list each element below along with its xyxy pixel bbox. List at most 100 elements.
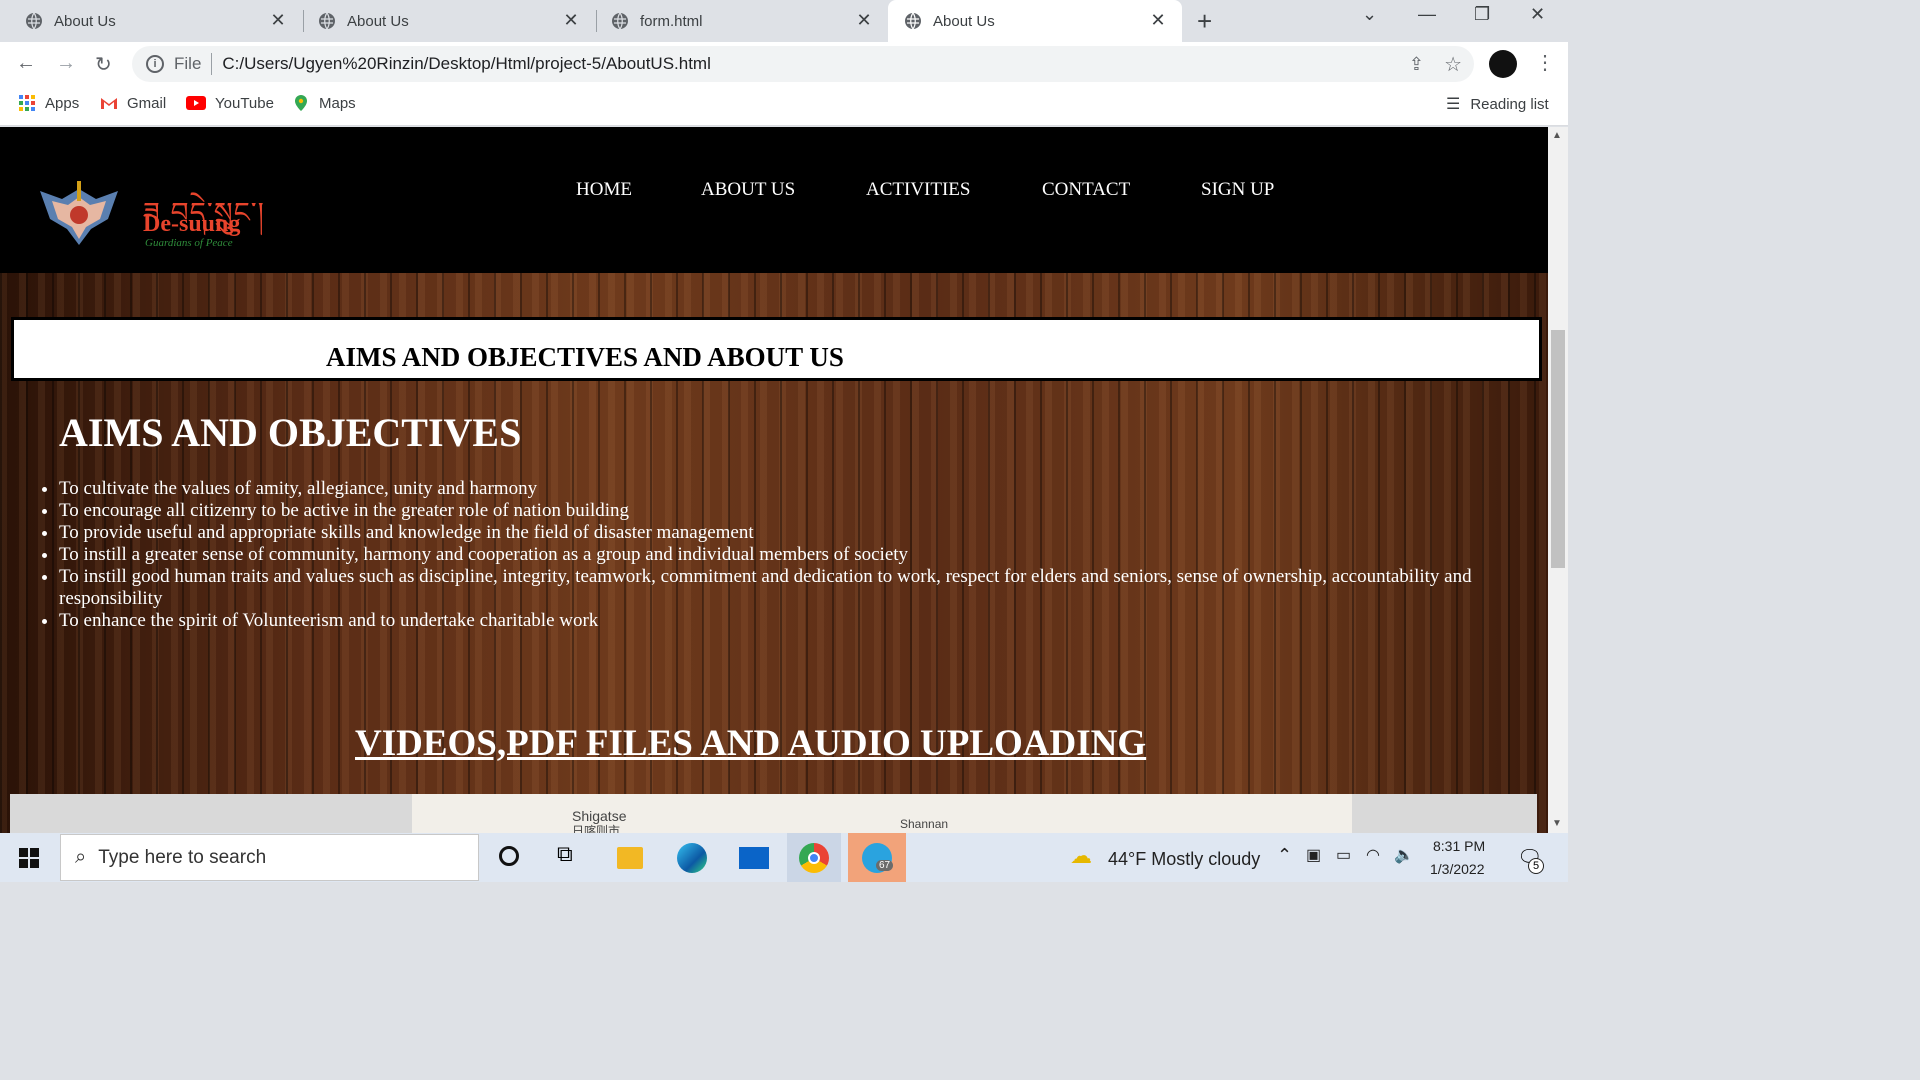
tab-4-active[interactable]: About Us ✕ [888, 0, 1182, 42]
gmail-icon [101, 98, 117, 109]
forward-icon[interactable]: → [56, 52, 76, 75]
star-icon[interactable]: ☆ [1444, 52, 1462, 77]
apps-grid-icon [19, 95, 35, 111]
bookmark-label: Gmail [127, 94, 167, 112]
back-icon[interactable]: ← [16, 52, 36, 75]
tab-title: form.html [640, 12, 703, 30]
bookmark-maps[interactable]: Maps [292, 94, 356, 112]
edge-icon[interactable] [677, 843, 707, 873]
minimize-button[interactable]: — [1418, 4, 1436, 25]
maps-pin-icon [295, 95, 307, 111]
embedded-map[interactable]: Shigatse 日喀则市 Shannan [412, 794, 1352, 833]
uploads-heading: VIDEOS,PDF FILES AND AUDIO UPLOADING [355, 723, 1147, 764]
info-icon[interactable]: i [146, 55, 164, 73]
reading-list-button[interactable]: ☰ Reading list [1446, 94, 1549, 114]
share-icon[interactable]: ⇪ [1409, 54, 1424, 75]
list-item: To instill good human traits and values … [59, 566, 1529, 610]
nav-home[interactable]: HOME [576, 179, 632, 201]
notification-count: 5 [1528, 858, 1544, 874]
section-title: AIMS AND OBJECTIVES [59, 410, 522, 455]
bookmark-youtube[interactable]: YouTube [186, 94, 274, 112]
list-item: To provide useful and appropriate skills… [59, 522, 1529, 544]
scrollbar-thumb[interactable] [1551, 330, 1565, 568]
scroll-down-icon[interactable]: ▼ [1552, 818, 1562, 829]
close-tab-icon[interactable]: ✕ [854, 10, 874, 31]
logo-name: De-suung [143, 211, 241, 237]
tab-title: About Us [54, 12, 116, 30]
banner-box: AIMS AND OBJECTIVES AND ABOUT US [11, 317, 1542, 381]
weather-text[interactable]: 44°F Mostly cloudy [1108, 849, 1260, 870]
address-bar[interactable]: i File C:/Users/Ugyen%20Rinzin/Desktop/H… [132, 46, 1474, 82]
banner-title: AIMS AND OBJECTIVES AND ABOUT US [326, 342, 844, 372]
close-window-button[interactable]: ✕ [1530, 4, 1545, 25]
weather-icon[interactable]: ☁ [1070, 843, 1092, 869]
search-placeholder: Type here to search [98, 846, 267, 868]
tab-title: About Us [347, 12, 409, 30]
mail-icon[interactable] [739, 847, 769, 869]
bookmark-label: Apps [45, 94, 80, 112]
clock-time[interactable]: 8:31 PM [1433, 838, 1485, 854]
page-viewport: ཟ བདེ་སྲུང་། De-suung Guardians of Peace… [0, 127, 1548, 833]
globe-icon [612, 12, 628, 30]
nav-about-us[interactable]: ABOUT US [701, 179, 795, 201]
wifi-icon[interactable]: ◠ [1366, 845, 1380, 865]
search-icon: ⌕ [75, 846, 87, 868]
bookmarks-bar: Apps Gmail YouTube Maps ☰ Reading list [0, 86, 1568, 126]
site-header: ཟ བདེ་སྲུང་། De-suung Guardians of Peace… [0, 127, 1548, 273]
bookmark-label: YouTube [215, 94, 274, 112]
tab-search-icon[interactable]: ⌄ [1362, 4, 1377, 25]
globe-icon [905, 12, 921, 30]
bookmark-apps[interactable]: Apps [18, 94, 79, 112]
youtube-icon [186, 96, 206, 110]
scroll-up-icon[interactable]: ▲ [1552, 130, 1562, 141]
menu-icon[interactable]: ⋮ [1535, 50, 1555, 75]
close-tab-icon[interactable]: ✕ [561, 10, 581, 31]
map-label: Shannan [900, 817, 949, 831]
nav-activities[interactable]: ACTIVITIES [866, 179, 970, 201]
nav-sign-up[interactable]: SIGN UP [1201, 179, 1274, 201]
close-tab-icon[interactable]: ✕ [268, 10, 288, 31]
tab-strip: About Us ✕ About Us ✕ form.html ✕ About … [0, 0, 1568, 42]
url-text[interactable]: C:/Users/Ugyen%20Rinzin/Desktop/Html/pro… [222, 54, 710, 74]
bookmark-gmail[interactable]: Gmail [100, 94, 166, 112]
divider [211, 53, 213, 75]
list-item: To enhance the spirit of Volunteerism an… [59, 610, 1529, 632]
file-explorer-icon[interactable] [617, 847, 643, 869]
chrome-icon [799, 843, 829, 873]
new-tab-button[interactable]: + [1197, 6, 1212, 37]
reading-list-label: Reading list [1470, 95, 1549, 113]
meet-now-icon[interactable]: ▣ [1306, 845, 1321, 865]
windows-taskbar: ⌕ Type here to search ⧉ 67 ☁ 44°F Mostly… [0, 833, 1568, 882]
windows-start-icon[interactable] [19, 848, 39, 868]
globe-icon [26, 12, 42, 30]
telegram-badge: 67 [876, 860, 894, 871]
list-item: To encourage all citizenry to be active … [59, 500, 1529, 522]
bookmark-label: Maps [319, 94, 356, 112]
task-view-icon[interactable]: ⧉ [557, 841, 573, 867]
tab-3[interactable]: form.html ✕ [586, 0, 888, 42]
tab-2[interactable]: About Us ✕ [293, 0, 595, 42]
taskbar-search[interactable]: ⌕ Type here to search [60, 834, 479, 881]
objectives-list: To cultivate the values of amity, allegi… [59, 478, 1529, 632]
telegram-taskbar-button[interactable]: 67 [848, 833, 906, 882]
battery-icon[interactable]: ▭ [1336, 845, 1351, 865]
chrome-taskbar-button[interactable] [787, 833, 841, 882]
list-item: To cultivate the values of amity, allegi… [59, 478, 1529, 500]
map-label: 日喀则市 [572, 824, 621, 833]
logo-tagline: Guardians of Peace [145, 237, 233, 249]
restore-button[interactable]: ❐ [1474, 4, 1490, 25]
volume-icon[interactable]: 🔈 [1394, 845, 1414, 865]
clock-date[interactable]: 1/3/2022 [1430, 861, 1485, 877]
avatar[interactable] [1489, 50, 1517, 78]
chevron-up-icon[interactable]: ⌃ [1277, 845, 1292, 866]
nav-contact[interactable]: CONTACT [1042, 179, 1130, 201]
reload-icon[interactable]: ↻ [95, 52, 112, 77]
scheme-label: File [174, 54, 202, 73]
tab-title: About Us [933, 12, 995, 30]
cortana-icon[interactable] [499, 846, 519, 866]
tab-1[interactable]: About Us ✕ [0, 0, 302, 42]
list-item: To instill a greater sense of community,… [59, 544, 1529, 566]
close-tab-icon[interactable]: ✕ [1148, 10, 1168, 31]
desuung-emblem-icon [40, 181, 118, 245]
reading-list-icon: ☰ [1446, 96, 1461, 113]
